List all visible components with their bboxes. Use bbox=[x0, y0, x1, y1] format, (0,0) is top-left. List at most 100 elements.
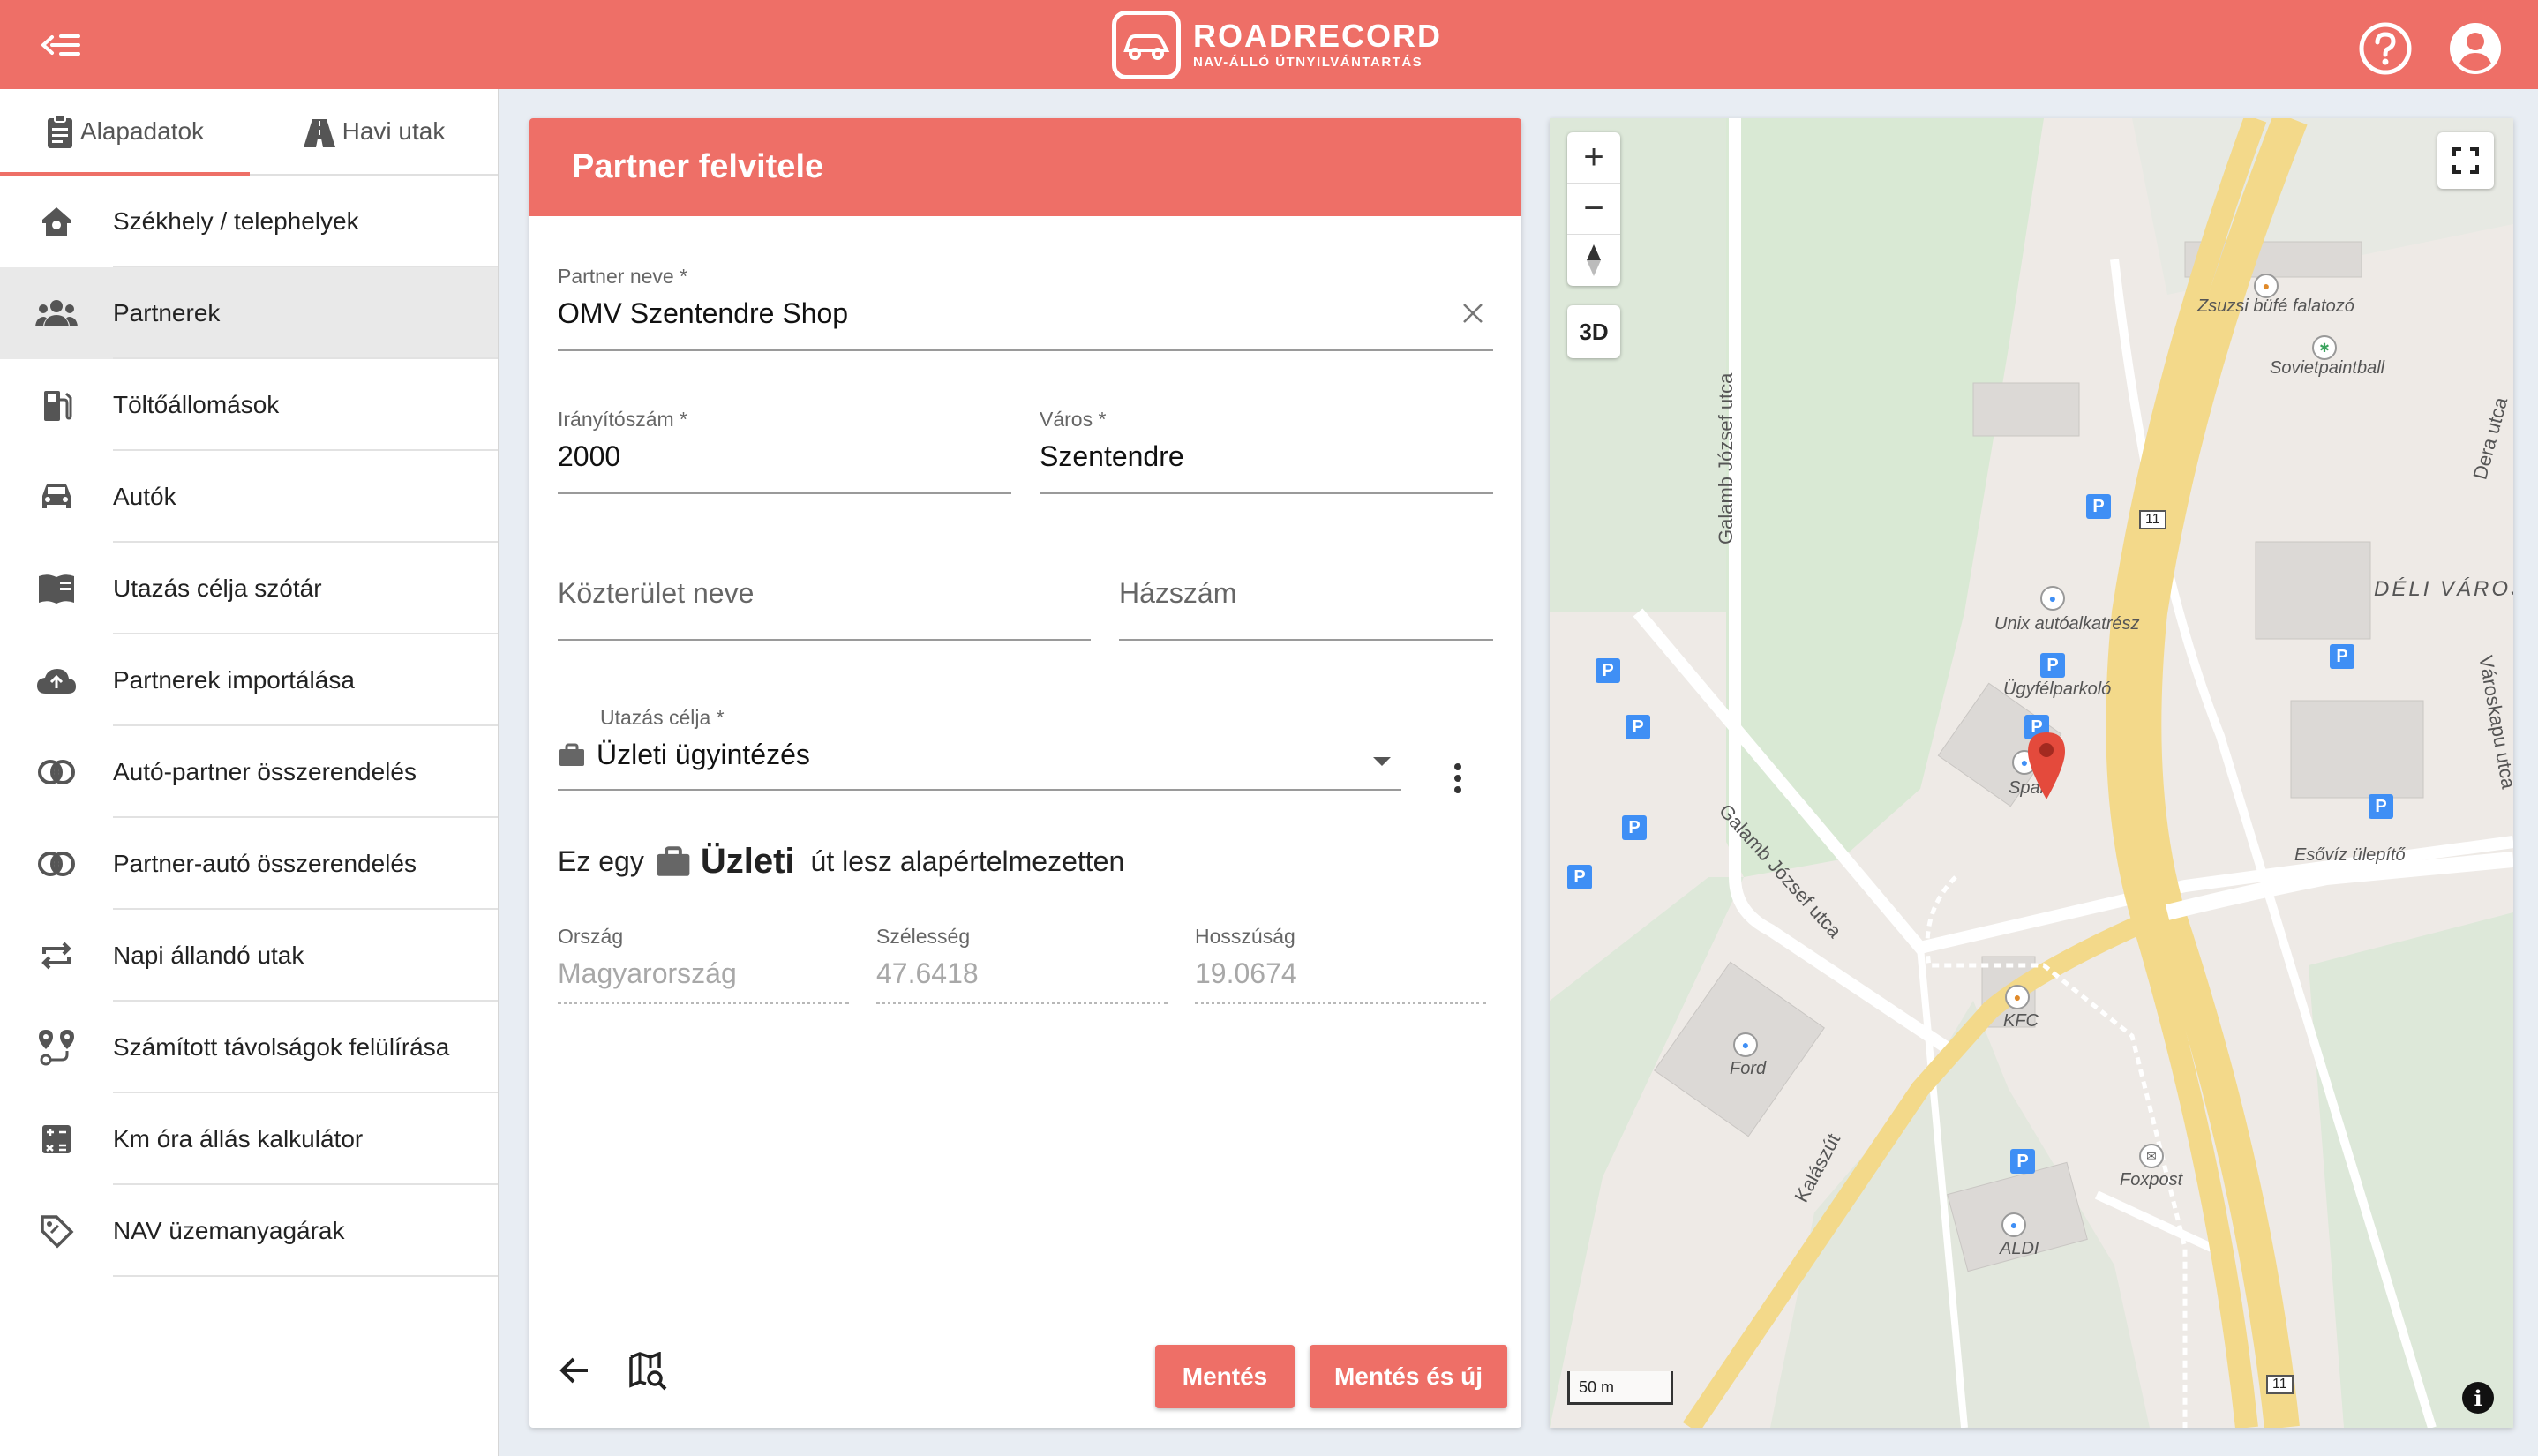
account-button[interactable] bbox=[2448, 21, 2503, 76]
car-icon bbox=[42, 484, 71, 508]
latitude-field: Szélesség 47.6418 bbox=[876, 925, 1168, 1004]
sidebar-item-nav-uzemanyag[interactable]: NAV üzemanyagárak bbox=[0, 1185, 498, 1277]
car-shop-icon[interactable]: ● bbox=[2040, 586, 2065, 611]
sidebar-tabs: Alapadatok Havi utak bbox=[0, 89, 498, 176]
arrow-left-menu-icon bbox=[41, 34, 80, 56]
save-button[interactable]: Mentés bbox=[1155, 1345, 1295, 1408]
parking-icon[interactable]: P bbox=[2040, 653, 2065, 678]
sidebar-item-toltoallomasok[interactable]: Töltőállomások bbox=[0, 359, 498, 451]
sidebar-item-label: Autó-partner összerendelés bbox=[113, 758, 417, 785]
help-button[interactable] bbox=[2358, 21, 2413, 76]
menu-collapse-button[interactable] bbox=[32, 23, 88, 67]
longitude-label: Hosszúság bbox=[1195, 925, 1295, 948]
more-options-button[interactable] bbox=[1442, 759, 1474, 798]
partner-name-field[interactable]: Partner neve * OMV Szentendre Shop bbox=[558, 265, 1493, 351]
3d-button[interactable]: 3D bbox=[1567, 305, 1620, 358]
more-vert-icon bbox=[1454, 763, 1461, 793]
tab-alapadatok-label: Alapadatok bbox=[79, 117, 205, 145]
tag-icon bbox=[41, 1215, 74, 1249]
road-number-badge: 11 bbox=[2266, 1375, 2294, 1394]
partner-form-panel: Partner felvitele Partner neve * OMV Sze… bbox=[529, 118, 1521, 1428]
sidebar-item-auto-partner[interactable]: Autó-partner összerendelés bbox=[0, 726, 498, 818]
restaurant-icon[interactable]: ● bbox=[2254, 274, 2279, 298]
repeat-icon bbox=[41, 942, 71, 970]
sidebar-item-partner-auto[interactable]: Partner-autó összerendelés bbox=[0, 818, 498, 910]
parking-icon[interactable]: P bbox=[1626, 715, 1650, 739]
brand-logo[interactable]: ROADRECORD NAV-ÁLLÓ ÚTNYILVÁNTARTÁS bbox=[1112, 11, 1442, 79]
sidebar-item-partner-import[interactable]: Partnerek importálása bbox=[0, 634, 498, 726]
map-search-button[interactable] bbox=[628, 1351, 667, 1395]
map-view[interactable]: + − 3D Galamb József utca Galamb József … bbox=[1550, 118, 2513, 1428]
sidebar-item-tavolsagok[interactable]: Számított távolságok felülírása bbox=[0, 1002, 498, 1093]
parking-icon[interactable]: P bbox=[2330, 644, 2354, 669]
briefcase-icon bbox=[657, 845, 690, 876]
link-circles-icon bbox=[38, 760, 75, 784]
tab-havi-utak[interactable]: Havi utak bbox=[249, 89, 498, 174]
city-field[interactable]: Város * Szentendre bbox=[1040, 408, 1493, 494]
partner-name-label: Partner neve * bbox=[558, 265, 688, 288]
parking-icon[interactable]: P bbox=[1596, 658, 1620, 683]
sidebar-item-label: Autók bbox=[113, 483, 176, 510]
road-number-badge: 11 bbox=[2139, 510, 2166, 529]
arrow-back-icon bbox=[559, 1357, 588, 1384]
parking-icon[interactable]: P bbox=[2010, 1149, 2035, 1174]
fullscreen-button[interactable] bbox=[2437, 132, 2494, 189]
post-icon[interactable]: ✉ bbox=[2139, 1144, 2164, 1168]
purpose-select[interactable]: Utazás célja * Üzleti ügyintézés bbox=[558, 706, 1401, 791]
country-label: Ország bbox=[558, 925, 624, 948]
street-field[interactable]: Közterület neve bbox=[558, 577, 1091, 641]
sidebar-item-label: Székhely / telephelyek bbox=[113, 207, 359, 235]
longitude-value: 19.0674 bbox=[1195, 957, 1297, 989]
map-pin-icon bbox=[2028, 732, 2065, 799]
city-value: Szentendre bbox=[1040, 440, 1184, 472]
back-button[interactable] bbox=[556, 1352, 593, 1395]
zip-field[interactable]: Irányítószám * 2000 bbox=[558, 408, 1011, 494]
fuel-icon bbox=[44, 391, 72, 421]
panel-header: Partner felvitele bbox=[529, 118, 1521, 216]
zoom-controls: + − bbox=[1567, 132, 1620, 286]
sidebar-item-km-kalkulator[interactable]: Km óra állás kalkulátor bbox=[0, 1093, 498, 1185]
sidebar-item-szekhely[interactable]: Székhely / telephelyek bbox=[0, 176, 498, 267]
city-label: Város * bbox=[1040, 408, 1107, 431]
parking-icon[interactable]: P bbox=[2086, 494, 2111, 519]
restaurant-icon[interactable]: ● bbox=[2005, 985, 2030, 1009]
save-and-new-button[interactable]: Mentés és új bbox=[1310, 1345, 1507, 1408]
tab-alapadatok[interactable]: Alapadatok bbox=[0, 89, 249, 174]
tab-havi-utak-label: Havi utak bbox=[342, 117, 446, 145]
info-suffix: út lesz alapértelmezetten bbox=[810, 845, 1125, 877]
zoom-out-button[interactable]: − bbox=[1567, 184, 1620, 235]
country-field: Ország Magyarország bbox=[558, 925, 849, 1004]
zip-value: 2000 bbox=[558, 440, 621, 472]
briefcase-icon bbox=[559, 743, 584, 766]
clear-icon[interactable] bbox=[1461, 302, 1484, 329]
parking-icon[interactable]: P bbox=[1622, 815, 1647, 840]
latitude-label: Szélesség bbox=[876, 925, 971, 948]
poi-label: Sovietpaintball bbox=[2270, 358, 2385, 378]
sidebar-item-napi-utak[interactable]: Napi állandó utak bbox=[0, 910, 498, 1002]
poi-label: KFC bbox=[2003, 1011, 2039, 1031]
parking-icon[interactable]: P bbox=[2369, 794, 2393, 819]
purpose-label: Utazás célja * bbox=[600, 706, 725, 729]
sidebar-item-partnerek[interactable]: Partnerek bbox=[0, 267, 498, 359]
poi-label: Ügyfélparkoló bbox=[2003, 679, 2112, 699]
account-icon bbox=[2450, 23, 2501, 74]
car-logo-icon bbox=[1112, 11, 1181, 79]
purpose-value: Üzleti ügyintézés bbox=[597, 739, 810, 770]
map-info-button[interactable]: i bbox=[2462, 1382, 2494, 1414]
sidebar-item-label: Utazás célja szótár bbox=[113, 574, 322, 602]
location-pin[interactable] bbox=[2026, 731, 2067, 806]
car-shop-icon[interactable]: ● bbox=[1733, 1032, 1758, 1057]
street-placeholder: Közterület neve bbox=[558, 577, 755, 609]
trip-type-info: Ez egy Üzleti út lesz alapértelmezetten bbox=[558, 842, 1124, 882]
sidebar-item-utazas-celja[interactable]: Utazás célja szótár bbox=[0, 543, 498, 634]
sidebar-item-label: Napi állandó utak bbox=[113, 942, 304, 969]
compass-button[interactable] bbox=[1567, 235, 1620, 286]
zip-label: Irányítószám * bbox=[558, 408, 687, 431]
shop-icon[interactable]: ● bbox=[2001, 1212, 2026, 1237]
parking-icon[interactable]: P bbox=[1567, 865, 1592, 889]
house-number-field[interactable]: Házszám bbox=[1119, 577, 1493, 641]
poi-label: Zsuzsi büfé falatozó bbox=[2197, 296, 2354, 316]
activity-icon[interactable]: ✱ bbox=[2312, 335, 2337, 360]
zoom-in-button[interactable]: + bbox=[1567, 132, 1620, 184]
sidebar-item-autok[interactable]: Autók bbox=[0, 451, 498, 543]
